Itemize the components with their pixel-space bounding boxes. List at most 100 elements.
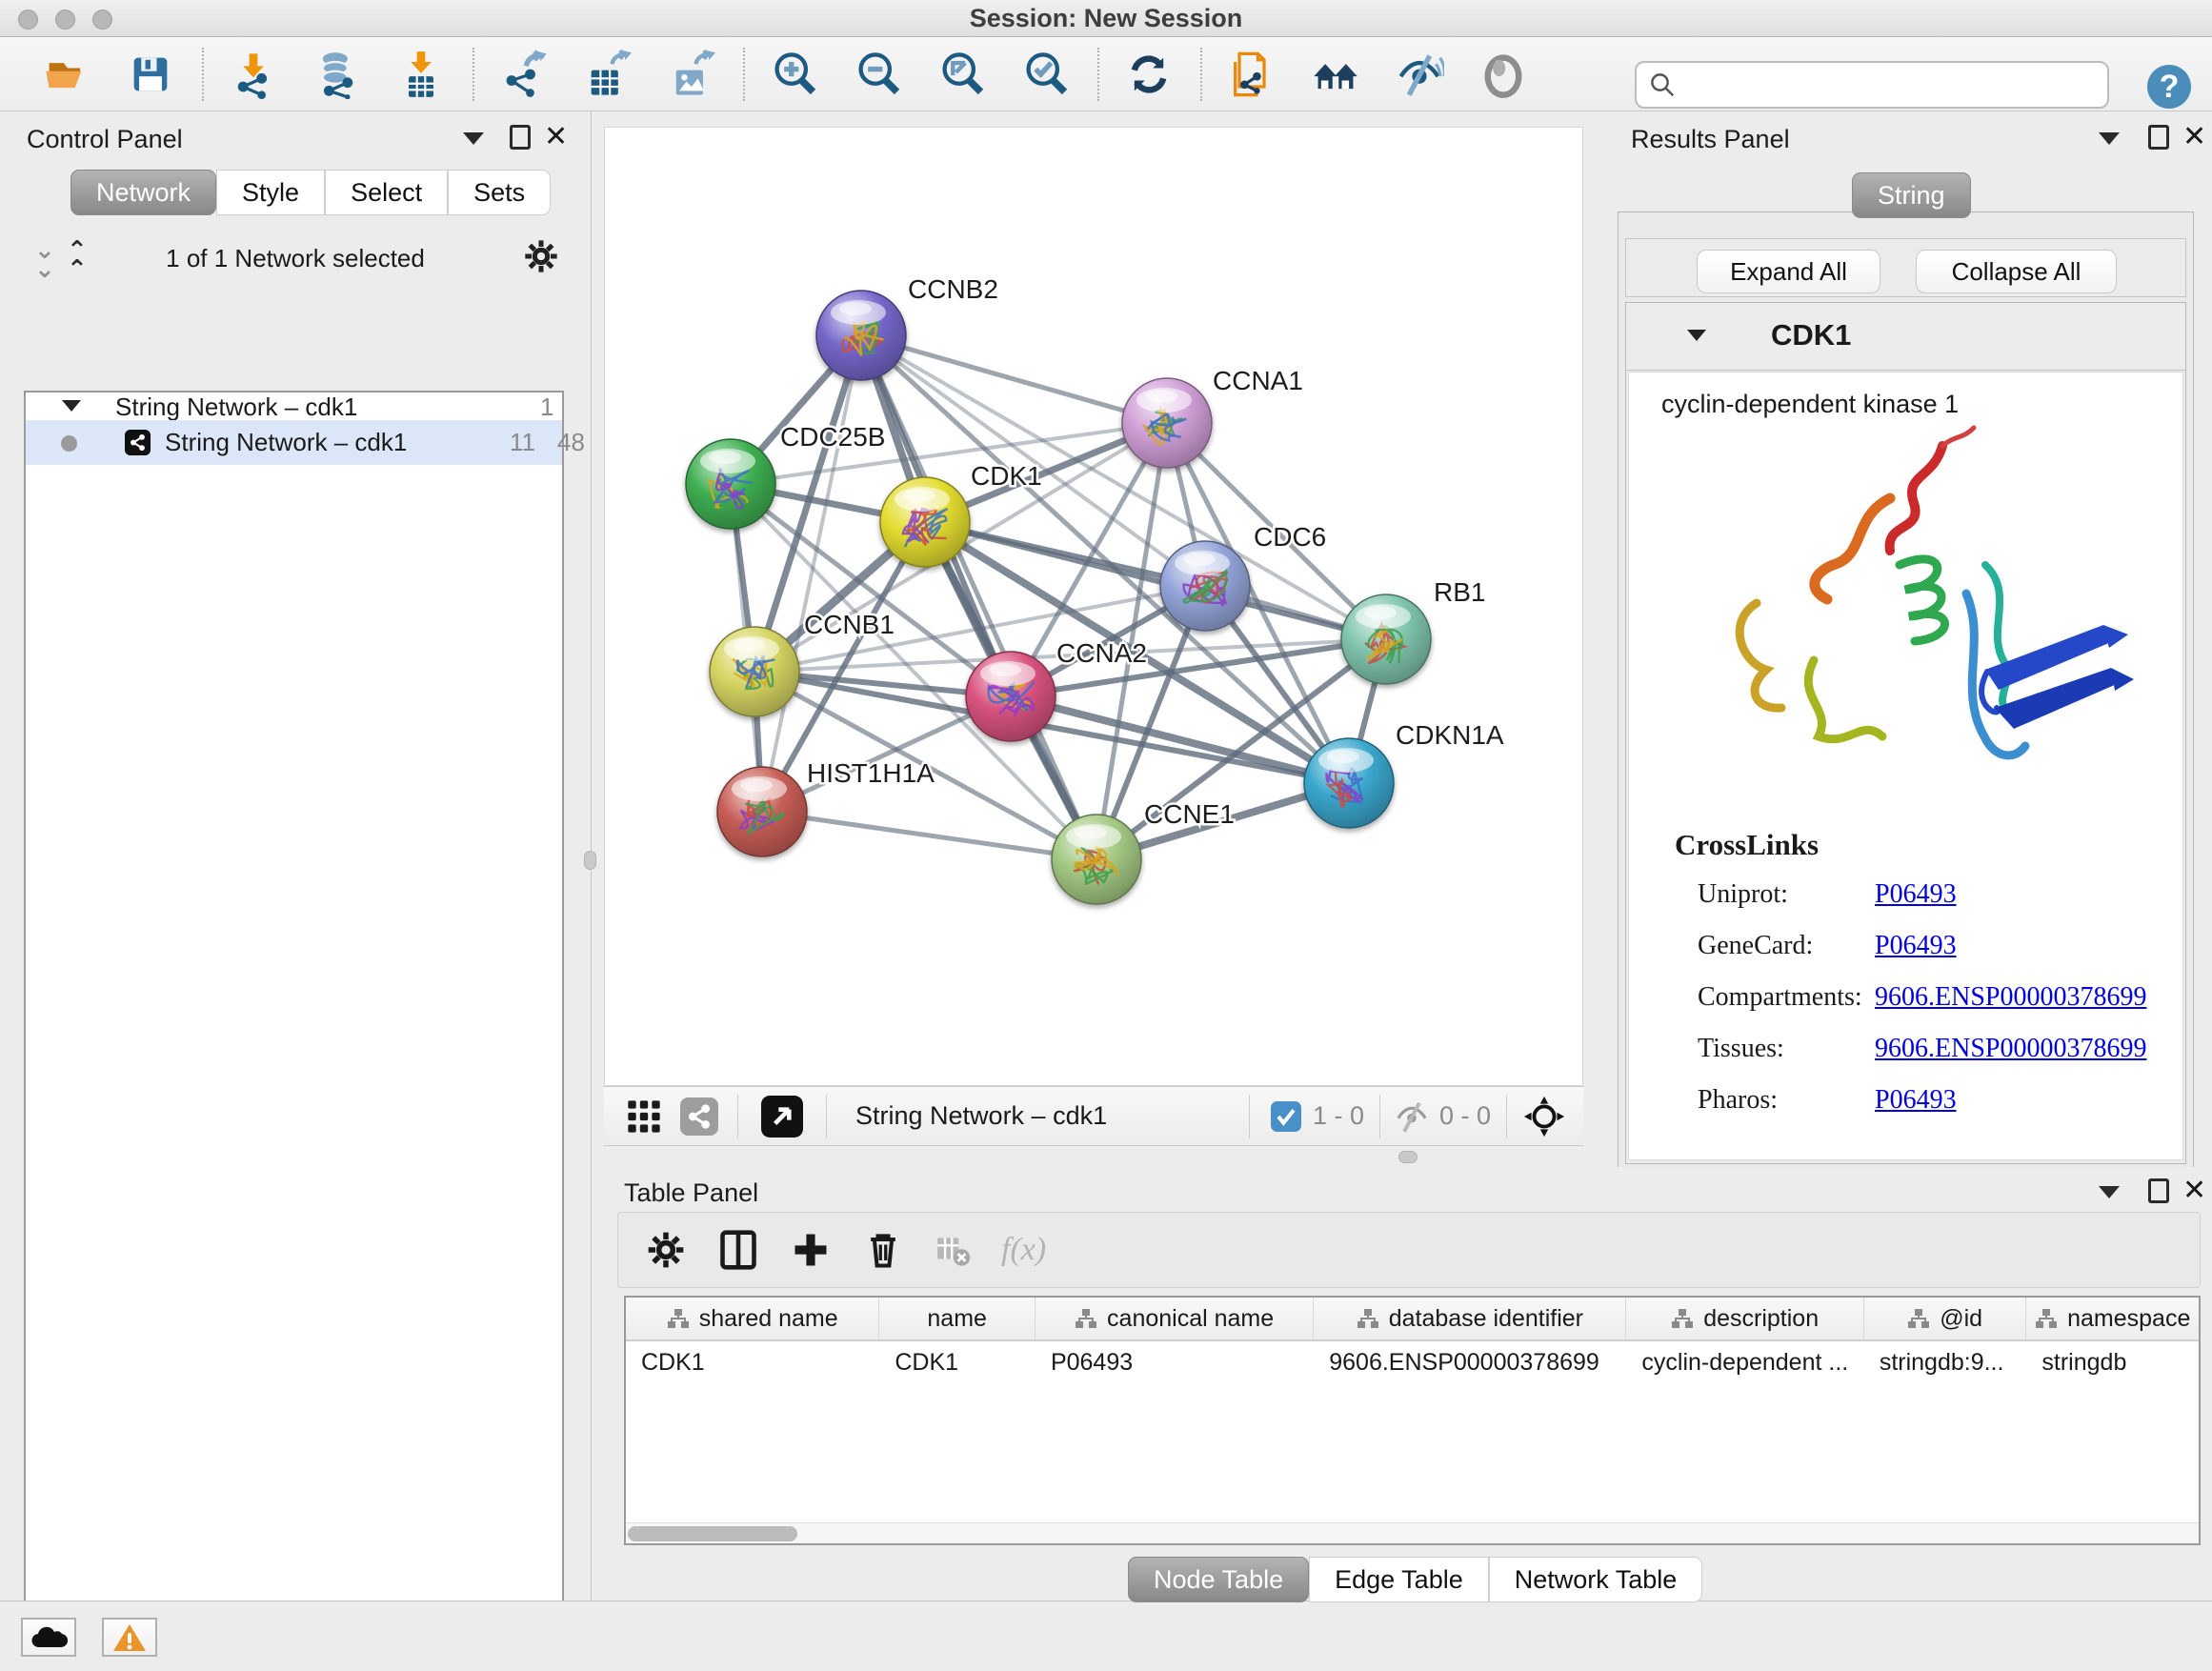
column-header-shared-name[interactable]: shared name <box>626 1298 879 1339</box>
export-table-icon[interactable] <box>583 50 633 99</box>
search-input[interactable] <box>1677 70 2086 101</box>
save-session-icon[interactable] <box>126 50 175 99</box>
crosslink-tissues-link[interactable]: 9606.ENSP00000378699 <box>1875 1034 2146 1064</box>
table-panel-menu-icon[interactable] <box>2099 1186 2120 1198</box>
export-network-icon[interactable] <box>499 50 549 99</box>
network-status-dot <box>61 435 77 452</box>
warning-button[interactable] <box>102 1618 157 1657</box>
delete-column-icon[interactable] <box>862 1229 904 1271</box>
control-panel-menu-icon[interactable] <box>463 132 484 145</box>
tab-network[interactable]: Network <box>70 170 216 215</box>
crosslinks-title: CrossLinks <box>1675 828 1819 862</box>
toolbar-separator <box>1097 48 1099 101</box>
column-header-database-identifier[interactable]: database identifier <box>1314 1298 1626 1339</box>
collapse-all-networks-icon[interactable]: ⌄⌄ <box>34 240 55 278</box>
crosslink-pharos-link[interactable]: P06493 <box>1875 1085 1957 1116</box>
collapse-all-button[interactable]: Collapse All <box>1916 250 2117 293</box>
tab-node-table[interactable]: Node Table <box>1128 1557 1309 1602</box>
cell-id[interactable]: stringdb:9... <box>1864 1341 2027 1383</box>
results-panel-title: Results Panel <box>1631 125 1790 154</box>
grid-view-icon[interactable] <box>625 1097 663 1136</box>
expand-all-networks-icon[interactable]: ⌃⌃ <box>67 240 88 278</box>
home-icon[interactable] <box>1311 50 1360 99</box>
tab-network-table[interactable]: Network Table <box>1489 1557 1703 1602</box>
cell-canonical-name[interactable]: P06493 <box>1036 1341 1314 1383</box>
toolbar-separator <box>1200 48 1202 101</box>
gene-expander-icon[interactable] <box>1687 330 1706 341</box>
title-bar: Session: New Session <box>0 0 2212 37</box>
app-window: Session: New Session <box>0 0 2212 1671</box>
hidden-eye-icon[interactable] <box>1394 1098 1430 1135</box>
hide-show-icon[interactable] <box>1395 50 1444 99</box>
crosslink-uniprot-link[interactable]: P06493 <box>1875 879 1957 910</box>
cell-database-identifier[interactable]: 9606.ENSP00000378699 <box>1314 1341 1626 1383</box>
results-panel-close-icon[interactable]: ✕ <box>2182 125 2206 150</box>
node-label: CCNE1 <box>1144 799 1235 829</box>
network-graph[interactable]: CCNB2CCNA1CDC25BCDK1CDC6RB1CCNB1CCNA2CDK… <box>605 128 1584 1087</box>
selected-checkbox-icon[interactable] <box>1271 1101 1301 1132</box>
network-row-selected[interactable]: String Network – cdk1 11 48 <box>26 420 562 465</box>
bottom-splitter-handle[interactable] <box>1398 1151 1418 1163</box>
table-tabs: Node Table Edge Table Network Table <box>1128 1557 1702 1602</box>
column-header-description[interactable]: description <box>1626 1298 1863 1339</box>
eye-icon[interactable] <box>1478 50 1528 99</box>
crosslink-label: Pharos: <box>1698 1085 1778 1116</box>
search-field[interactable] <box>1635 61 2109 109</box>
clone-network-icon[interactable] <box>1227 50 1277 99</box>
left-splitter-handle[interactable] <box>584 851 596 870</box>
zoom-selected-icon[interactable] <box>1021 50 1071 99</box>
toolbar-separator <box>1249 1095 1250 1138</box>
control-panel-float-icon[interactable] <box>510 125 531 150</box>
cloud-button[interactable] <box>21 1618 76 1657</box>
tab-string[interactable]: String <box>1852 172 1971 218</box>
table-panel-close-icon[interactable]: ✕ <box>2182 1178 2206 1203</box>
edge-count: 48 <box>557 428 585 457</box>
network-collection-label: String Network – cdk1 <box>115 393 357 422</box>
export-image-icon[interactable] <box>667 50 716 99</box>
tab-edge-table[interactable]: Edge Table <box>1309 1557 1489 1602</box>
results-panel-menu-icon[interactable] <box>2099 132 2120 145</box>
zoom-in-icon[interactable] <box>770 50 819 99</box>
add-column-icon[interactable] <box>790 1229 832 1271</box>
crosshair-icon[interactable] <box>1522 1095 1566 1138</box>
refresh-icon[interactable] <box>1124 50 1174 99</box>
table-panel-float-icon[interactable] <box>2148 1178 2169 1203</box>
show-columns-icon[interactable] <box>717 1229 759 1271</box>
gene-section-header[interactable]: CDK1 <box>1626 303 2185 371</box>
tab-style[interactable]: Style <box>216 170 325 215</box>
import-table-icon[interactable] <box>396 50 446 99</box>
tab-sets[interactable]: Sets <box>448 170 551 215</box>
crosslink-compartments-link[interactable]: 9606.ENSP00000378699 <box>1875 982 2146 1013</box>
cell-description[interactable]: cyclin-dependent ... <box>1626 1341 1863 1383</box>
results-panel-float-icon[interactable] <box>2148 125 2169 150</box>
table-gear-icon[interactable] <box>645 1229 687 1271</box>
zoom-fit-icon[interactable] <box>937 50 987 99</box>
control-panel-close-icon[interactable]: ✕ <box>544 125 568 150</box>
tab-select[interactable]: Select <box>325 170 448 215</box>
network-collection-row[interactable]: String Network – cdk1 1 <box>26 394 562 420</box>
cell-namespace[interactable]: stringdb <box>2026 1341 2199 1383</box>
gear-icon[interactable] <box>522 237 560 275</box>
network-tree: String Network – cdk1 1 String Network –… <box>24 391 564 1671</box>
tree-expander-icon[interactable] <box>62 400 81 412</box>
open-session-icon[interactable] <box>42 50 91 99</box>
network-canvas[interactable]: CCNB2CCNA1CDC25BCDK1CDC6RB1CCNB1CCNA2CDK… <box>604 127 1583 1086</box>
table-row[interactable]: CDK1 CDK1 P06493 9606.ENSP00000378699 cy… <box>626 1341 2199 1383</box>
scrollbar-thumb[interactable] <box>628 1526 797 1541</box>
column-header-id[interactable]: @id <box>1864 1298 2027 1339</box>
crosslink-genecard-link[interactable]: P06493 <box>1875 931 1957 961</box>
help-button[interactable]: ? <box>2147 65 2191 109</box>
column-header-canonical-name[interactable]: canonical name <box>1036 1298 1314 1339</box>
import-database-icon[interactable] <box>312 50 362 99</box>
import-network-icon[interactable] <box>229 50 278 99</box>
table-horizontal-scrollbar[interactable] <box>626 1522 2199 1543</box>
network-list-view-icon[interactable] <box>680 1097 718 1136</box>
zoom-out-icon[interactable] <box>854 50 903 99</box>
column-header-namespace[interactable]: namespace <box>2026 1298 2199 1339</box>
column-header-name[interactable]: name <box>879 1298 1036 1339</box>
birds-eye-view-icon[interactable] <box>761 1096 803 1137</box>
cell-shared-name[interactable]: CDK1 <box>626 1341 879 1383</box>
expand-all-button[interactable]: Expand All <box>1697 250 1880 293</box>
cell-name[interactable]: CDK1 <box>879 1341 1036 1383</box>
status-bar: Memory <box>0 1601 2212 1671</box>
